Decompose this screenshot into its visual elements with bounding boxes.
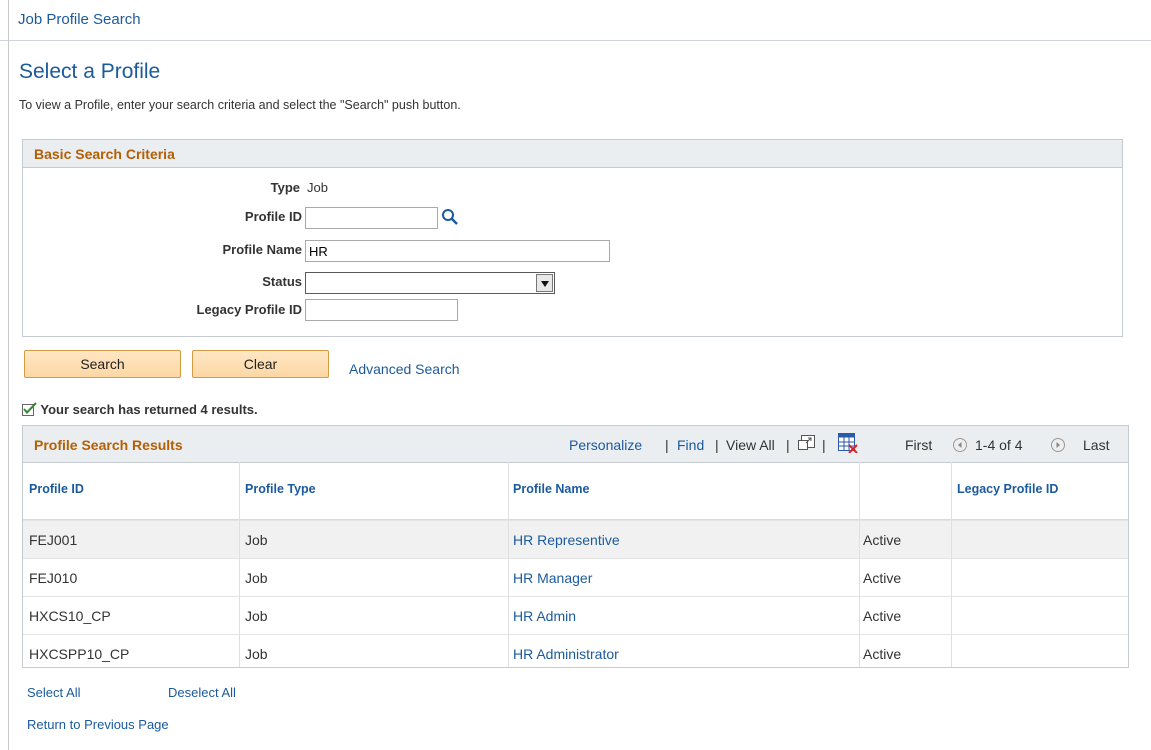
left-border — [8, 0, 9, 750]
cell-status: Active — [863, 608, 902, 624]
col-profile-id[interactable]: Profile ID — [29, 482, 84, 496]
success-check-icon — [22, 402, 37, 416]
return-to-previous-page-link[interactable]: Return to Previous Page — [27, 717, 169, 732]
cell-profile-id: FEJ010 — [29, 570, 78, 586]
type-label: Type — [270, 180, 300, 195]
column-divider — [951, 462, 952, 667]
profile-id-input[interactable] — [305, 207, 438, 229]
column-divider — [859, 462, 860, 667]
cell-profile-name-link[interactable]: HR Administrator — [513, 646, 619, 662]
instructions: To view a Profile, enter your search cri… — [19, 98, 461, 112]
table-row: HXCS10_CP Job HR Admin Active — [23, 596, 1128, 635]
table-row: FEJ010 Job HR Manager Active — [23, 558, 1128, 597]
cell-profile-id: HXCS10_CP — [29, 608, 111, 624]
table-row: HXCSPP10_CP Job HR Administrator Active — [23, 634, 1128, 667]
cell-profile-id: FEJ001 — [29, 532, 78, 548]
grid-header: Profile Search Results Personalize | Fin… — [23, 426, 1128, 463]
separator: | — [715, 437, 719, 453]
zoom-icon[interactable] — [798, 435, 815, 452]
cell-profile-type: Job — [245, 532, 268, 548]
cell-profile-type: Job — [245, 570, 268, 586]
clear-button[interactable]: Clear — [192, 350, 329, 378]
first-label: First — [905, 437, 933, 453]
status-label: Status — [262, 274, 302, 289]
cell-status: Active — [863, 570, 902, 586]
col-profile-type[interactable]: Profile Type — [245, 482, 316, 496]
next-arrow-icon[interactable] — [1051, 438, 1065, 452]
separator: | — [665, 437, 669, 453]
find-link[interactable]: Find — [677, 437, 704, 453]
dropdown-arrow-icon[interactable] — [536, 274, 553, 292]
advanced-search-link[interactable]: Advanced Search — [349, 361, 460, 377]
personalize-link[interactable]: Personalize — [569, 437, 642, 453]
col-profile-name[interactable]: Profile Name — [513, 482, 589, 496]
deselect-all-link[interactable]: Deselect All — [168, 685, 236, 700]
select-all-link[interactable]: Select All — [27, 685, 80, 700]
profile-search-results-grid: Profile Search Results Personalize | Fin… — [22, 425, 1129, 668]
status-select[interactable] — [305, 272, 555, 294]
cell-profile-name-link[interactable]: HR Admin — [513, 608, 576, 624]
col-legacy-profile-id[interactable]: Legacy Profile ID — [957, 482, 1058, 496]
previous-arrow-icon[interactable] — [953, 438, 967, 452]
cell-profile-name-link[interactable]: HR Manager — [513, 570, 592, 586]
view-all-link[interactable]: View All — [726, 437, 775, 453]
criteria-title: Basic Search Criteria — [34, 146, 175, 162]
cell-profile-id: HXCSPP10_CP — [29, 646, 130, 662]
cell-status: Active — [863, 646, 902, 662]
search-button[interactable]: Search — [24, 350, 181, 378]
results-message: Your search has returned 4 results. — [22, 402, 258, 417]
page-title-bar-text: Job Profile Search — [18, 11, 141, 28]
cell-profile-type: Job — [245, 646, 268, 662]
separator: | — [786, 437, 790, 453]
page-range: 1-4 of 4 — [975, 437, 1023, 453]
column-divider — [508, 462, 509, 667]
table-row: FEJ001 Job HR Representive Active — [23, 520, 1128, 559]
download-excel-icon[interactable] — [838, 433, 858, 454]
last-label: Last — [1083, 437, 1110, 453]
cell-profile-type: Job — [245, 608, 268, 624]
page-title-bar: Job Profile Search — [0, 0, 1151, 41]
profile-id-label: Profile ID — [244, 209, 302, 224]
lookup-magnifier-icon[interactable] — [441, 208, 459, 226]
column-divider — [239, 462, 240, 667]
profile-name-label: Profile Name — [222, 242, 302, 257]
cell-profile-name-link[interactable]: HR Representive — [513, 532, 620, 548]
column-headers: Profile ID Profile Type Profile Name Leg… — [23, 462, 1128, 520]
cell-status: Active — [863, 532, 902, 548]
results-message-text: Your search has returned 4 results. — [40, 402, 258, 417]
page-title: Select a Profile — [19, 60, 161, 83]
grid-title: Profile Search Results — [34, 437, 183, 453]
criteria-header: Basic Search Criteria — [23, 140, 1122, 168]
legacy-profile-id-input[interactable] — [305, 299, 458, 321]
profile-name-input[interactable] — [305, 240, 610, 262]
separator: | — [822, 437, 826, 453]
type-value: Job — [307, 180, 328, 195]
legacy-profile-id-label: Legacy Profile ID — [196, 302, 302, 317]
